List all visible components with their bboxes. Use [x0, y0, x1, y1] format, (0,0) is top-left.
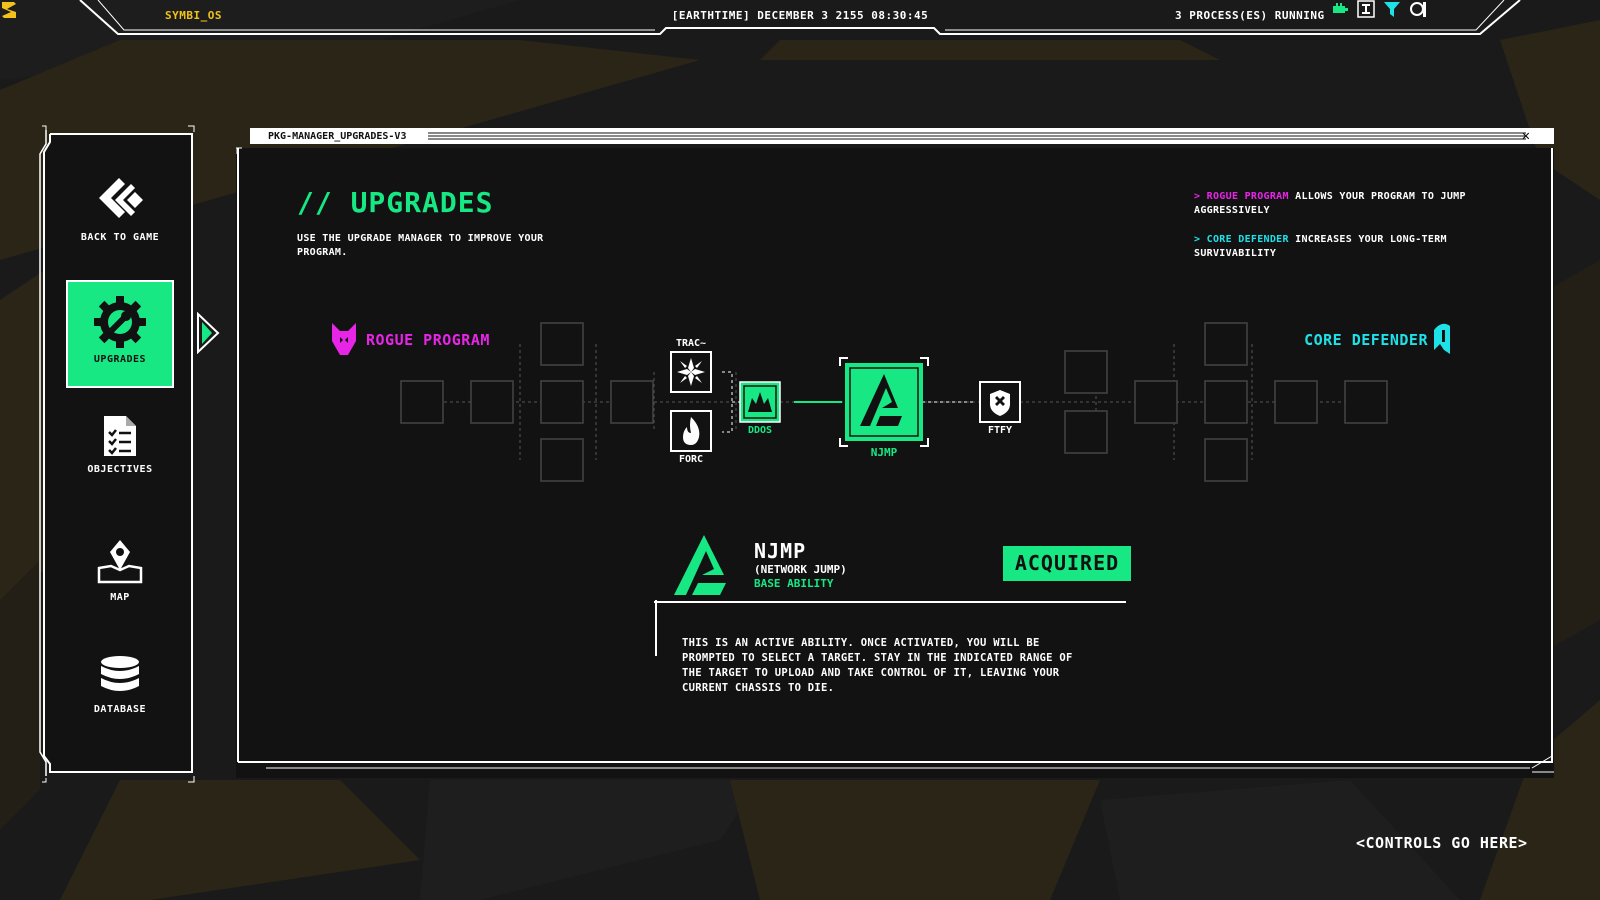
node-label-forc: FORC	[678, 454, 704, 465]
tip-highlight: CORE DEFENDER	[1206, 234, 1289, 245]
locked-node	[540, 380, 584, 424]
nav-label: BACK TO GAME	[80, 232, 160, 243]
locked-node	[1274, 380, 1318, 424]
nav-label: MAP	[110, 592, 130, 603]
rogue-program-icon	[332, 323, 356, 355]
trac-node	[670, 351, 712, 393]
tip-prefix: >	[1194, 234, 1201, 245]
locked-node	[1134, 380, 1178, 424]
ability-description: THIS IS AN ACTIVE ABILITY. ONCE ACTIVATE…	[682, 637, 1073, 694]
gear-wrench-icon	[94, 296, 146, 348]
locked-node	[540, 438, 584, 482]
locked-node	[610, 380, 654, 424]
tip-rogue-program: > ROGUE PROGRAM ALLOWS YOUR PROGRAM TO J…	[1194, 190, 1494, 218]
nav-upgrades[interactable]: UPGRADES	[66, 280, 174, 388]
ftfy-node	[979, 381, 1021, 423]
upgrade-tree: ROGUE PROGRAM CORE DEFENDER TRAC~ FORC D…	[236, 308, 1554, 508]
tip-highlight: ROGUE PROGRAM	[1206, 191, 1289, 202]
page-subtitle: USE THE UPGRADE MANAGER TO IMPROVE YOUR …	[297, 233, 544, 258]
nav-map[interactable]: MAP	[66, 536, 174, 603]
filter-icon[interactable]	[1383, 0, 1401, 18]
signal-icon[interactable]	[1409, 0, 1427, 18]
locked-node	[470, 380, 514, 424]
checklist-icon	[104, 416, 136, 456]
node-label-trac: TRAC~	[675, 338, 707, 349]
core-defender-icon	[1434, 323, 1450, 354]
window-title: PKG-MANAGER_UPGRADES-V3	[262, 131, 413, 142]
nav-label: OBJECTIVES	[87, 464, 153, 475]
forc-node	[670, 410, 712, 452]
nav-label: DATABASE	[93, 704, 147, 715]
njmp-ability-icon	[674, 535, 726, 595]
locked-node	[400, 380, 444, 424]
njmp-node	[839, 357, 929, 447]
ddos-node	[739, 381, 781, 423]
sidebar: BACK TO GAME UPGRADES OBJECTIVES MAP DAT…	[38, 124, 220, 784]
node-label-ddos: DDOS	[747, 425, 773, 436]
locked-node	[1344, 380, 1388, 424]
close-button[interactable]: ✕	[1522, 129, 1530, 143]
locked-node	[1064, 410, 1108, 454]
locked-node	[1204, 438, 1248, 482]
battery-icon[interactable]	[1331, 0, 1349, 18]
locked-node	[1204, 380, 1248, 424]
ability-name: NJMP	[754, 539, 807, 563]
node-label-ftfy: FTFY	[987, 425, 1013, 436]
page-title: // UPGRADES	[297, 186, 494, 219]
branch-label-core-defender[interactable]: CORE DEFENDER	[1304, 331, 1428, 349]
active-indicator-arrow	[197, 312, 220, 354]
ability-type: BASE ABILITY	[754, 577, 834, 590]
tip-prefix: >	[1194, 191, 1201, 202]
tip-core-defender: > CORE DEFENDER INCREASES YOUR LONG-TERM…	[1194, 233, 1494, 261]
locked-node	[1204, 322, 1248, 366]
process-count[interactable]: 3 PROCESS(ES) RUNNING	[1175, 9, 1325, 22]
database-icon	[101, 656, 139, 691]
nav-label: UPGRADES	[93, 354, 147, 365]
nav-database[interactable]: DATABASE	[66, 654, 174, 715]
back-chevrons-icon	[99, 178, 143, 218]
acquired-badge: ACQUIRED	[1003, 546, 1131, 581]
locked-node	[540, 322, 584, 366]
locked-node	[1064, 350, 1108, 394]
node-label-njmp: NJMP	[870, 446, 898, 459]
nav-objectives[interactable]: OBJECTIVES	[66, 414, 174, 475]
top-bar: SYMBI_OS [EARTHTIME] DECEMBER 3 2155 08:…	[0, 0, 1600, 40]
ability-full-name: (NETWORK JUMP)	[754, 563, 847, 576]
branch-label-rogue[interactable]: ROGUE PROGRAM	[366, 331, 490, 349]
nav-back-to-game[interactable]: BACK TO GAME	[66, 176, 174, 243]
map-pin-icon	[97, 540, 143, 584]
text-icon[interactable]	[1357, 0, 1375, 18]
upgrades-window: PKG-MANAGER_UPGRADES-V3 ✕ // UPGRADES US…	[236, 128, 1554, 784]
controls-hint: <CONTROLS GO HERE>	[1356, 834, 1528, 852]
